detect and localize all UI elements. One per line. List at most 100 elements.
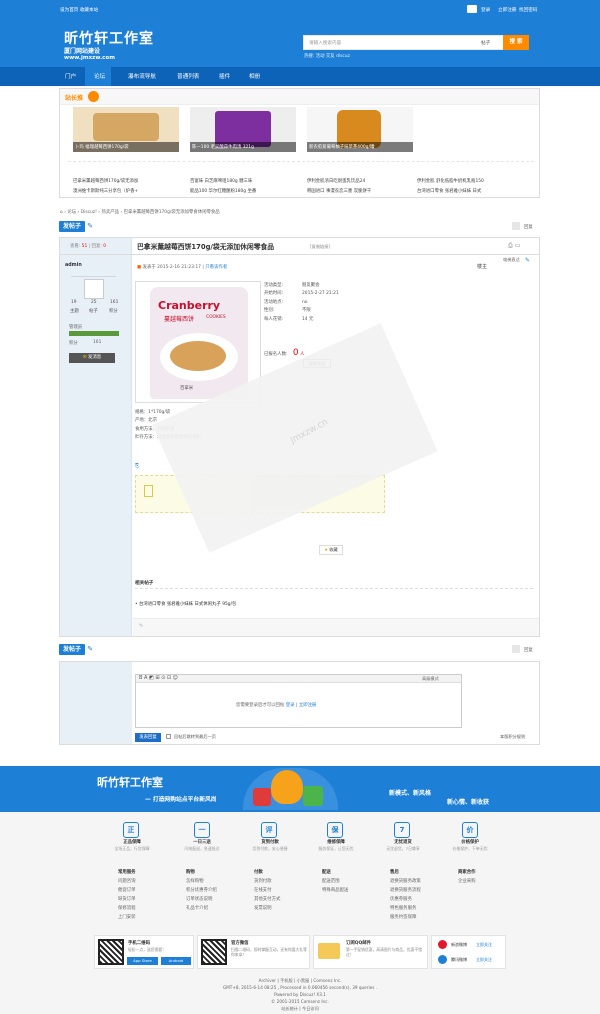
search-input[interactable]: 请输入搜索内容 bbox=[309, 40, 341, 46]
price-icon: 价 bbox=[462, 822, 478, 838]
author-name[interactable]: admin bbox=[65, 263, 82, 268]
related-item[interactable]: • 台湾进口零食 张君雅小妹妹 日式休闲丸子 95g/包 bbox=[135, 601, 236, 607]
recommend-link[interactable]: 台湾进口零食 张君雅小妹妹 日式 bbox=[417, 189, 481, 194]
recommend-badge-icon bbox=[88, 91, 99, 102]
edit-icon[interactable]: ✎ bbox=[525, 257, 530, 264]
search-box: 请输入搜索内容 帖子 搜 索 bbox=[303, 35, 529, 50]
promo-banner: 昕竹轩工作室 — 打造网购站点平台新风尚 新模式、新风格 新心情、新收获 bbox=[0, 766, 600, 812]
jump-checkbox[interactable] bbox=[166, 734, 171, 739]
nav-item[interactable]: 插件 bbox=[219, 72, 230, 80]
hot-link[interactable]: discuz bbox=[336, 54, 350, 59]
weibo-icon bbox=[438, 940, 447, 949]
follow-tweibo-button[interactable]: 立即关注 bbox=[476, 957, 492, 963]
download-icon[interactable]: ⎘ bbox=[135, 463, 139, 469]
reply-panel: B A ◩ ⊞ ⊙ ⊡ ☺ 高级模式 您需要登录后才可以回帖 登录 | 立即注册… bbox=[59, 661, 540, 745]
social-card: 新浪微博 立即关注 腾讯微博 立即关注 bbox=[431, 935, 506, 969]
main-nav: 门户 论坛 瀑布流导航 普通列表 插件 相册 bbox=[0, 67, 600, 86]
breadcrumb: ⌂ › 论坛 › Discuz! › 热卖产品 › 巴拿米薰越莓西饼170g/袋… bbox=[60, 210, 220, 215]
send-message-button[interactable]: ✉ 发消息 bbox=[69, 353, 115, 363]
help-columns: 常用服务 问题咨询 催促订单 缺货订单 保修流程 上门安装 购物 怎样购物 积分优惠券介绍… bbox=[118, 870, 476, 920]
floor-label: 楼主 bbox=[477, 264, 488, 270]
site-subtitle: 厦门网站建设 bbox=[64, 48, 101, 55]
search-button[interactable]: 搜 索 bbox=[503, 35, 529, 50]
login-link[interactable]: 登录 bbox=[481, 7, 490, 13]
genuine-icon: 正 bbox=[123, 822, 139, 838]
nav-item[interactable]: 相册 bbox=[249, 72, 260, 80]
reply-icon[interactable]: ✎ bbox=[139, 623, 143, 629]
joined-count: 0 bbox=[292, 348, 299, 358]
post-button-bottom[interactable]: 发帖子 ✎ bbox=[59, 644, 99, 656]
recommend-title: 站长推 bbox=[65, 95, 84, 102]
print-icon[interactable]: ⎙ ▭ bbox=[508, 242, 520, 250]
favorite-button[interactable]: ★ 收藏 bbox=[319, 545, 343, 555]
level-bar bbox=[69, 331, 119, 336]
register-link[interactable]: 立即注册 bbox=[299, 703, 317, 708]
site-logo[interactable]: 昕竹轩工作室 bbox=[64, 28, 154, 48]
recommend-link[interactable]: 巴拿米薰越莓西饼170g/袋无添加 bbox=[73, 179, 138, 184]
rules-link[interactable]: 本版积分规则 bbox=[500, 734, 525, 740]
advanced-mode-link[interactable]: 高级模式 bbox=[422, 676, 439, 682]
qr-code bbox=[201, 939, 227, 965]
tencent-weibo-icon bbox=[438, 955, 447, 964]
hot-link[interactable]: 活动 bbox=[316, 54, 325, 59]
editor-toolbar[interactable]: B A ◩ ⊞ ⊙ ⊡ ☺ bbox=[136, 675, 461, 683]
recommend-link[interactable]: 百富味 白芝麻啤咀180g 糖三味 bbox=[190, 179, 252, 184]
register-link[interactable]: 立即注册 bbox=[498, 7, 516, 13]
return-icon: 7 bbox=[394, 822, 410, 838]
nav-item-active[interactable]: 论坛 bbox=[85, 67, 111, 86]
post-meta: 发表于 2015-2-16 21:23:17 bbox=[142, 265, 201, 270]
hot-link[interactable]: 交友 bbox=[326, 54, 335, 59]
jump-floor[interactable]: 电梯直达 bbox=[503, 257, 520, 263]
thread-title: 巴拿米薰越莓西饼170g/袋无添加休闲零食品 bbox=[137, 243, 275, 251]
recommend-link[interactable]: 能品100 华尔红糖酪粉180g 坐番 bbox=[190, 189, 256, 194]
author-only-link[interactable]: 只看该作者 bbox=[205, 265, 227, 270]
nav-item[interactable]: 瀑布流导航 bbox=[128, 72, 156, 80]
search-type-select[interactable]: 帖子 bbox=[481, 40, 490, 46]
android-button[interactable]: Android bbox=[161, 957, 191, 965]
product-tile[interactable]: 新农愈爱葡萄柚子味苹茶400g/罐 bbox=[307, 107, 413, 152]
home-icon[interactable]: ⌂ bbox=[60, 210, 63, 215]
copy-link[interactable]: [复制链接] bbox=[310, 244, 330, 250]
wechat-card: 官方微信 扫描二维码，即时掌握互动，还有惊喜大礼等你来拿！ bbox=[197, 935, 310, 969]
delivery-icon: 一 bbox=[194, 822, 210, 838]
product-tile[interactable]: 陈—100 老吴酸蒜牛肉汤 321g bbox=[190, 107, 296, 152]
nav-item[interactable]: 门户 bbox=[65, 72, 76, 80]
appstore-button[interactable]: App Store bbox=[127, 957, 158, 965]
back-link[interactable]: 回复 bbox=[524, 224, 533, 230]
recommend-link[interactable]: 韩国进口 事漫农恋三墨 炭脆饼干 bbox=[307, 189, 371, 194]
user-group: 管理员 bbox=[69, 325, 83, 330]
cod-icon: 评 bbox=[261, 822, 277, 838]
recommend-link[interactable]: 伊利金肌 舒化低脂牛奶机乳瓶150 bbox=[417, 179, 484, 184]
attachment-icon[interactable] bbox=[144, 485, 153, 497]
hot-label: 热搜: bbox=[304, 54, 315, 59]
online-icon: ■ bbox=[137, 265, 142, 270]
post-button[interactable]: 发帖子 ✎ bbox=[59, 221, 99, 233]
forgot-link[interactable]: 找回密码 bbox=[519, 7, 537, 13]
recommend-link[interactable]: 澳洲维卡斯斯纯三分享包（炉香+ bbox=[73, 189, 138, 194]
feature-row: 正 一 评 保 7 价 正品保障 一日三送 货到付款 维修保障 无忧退货 价格保… bbox=[96, 822, 516, 858]
reply-editor: B A ◩ ⊞ ⊙ ⊡ ☺ 高级模式 您需要登录后才可以回帖 登录 | 立即注册 bbox=[135, 674, 462, 728]
recommend-link[interactable]: 伊利金肌浓白吃厨蛋乳饮品24 bbox=[307, 179, 365, 184]
header: 昕竹轩工作室 厦门网站建设 www.jmxzw.com 请输入搜索内容 帖子 搜… bbox=[0, 20, 600, 67]
login-icon bbox=[467, 5, 477, 13]
back-link[interactable]: 回复 bbox=[524, 647, 533, 653]
top-links[interactable]: 设为首页 收藏本站 bbox=[60, 7, 98, 13]
back-icon[interactable] bbox=[512, 645, 520, 653]
product-tile[interactable]: 卜玛 福瑞越莓西饼170g/袋 bbox=[73, 107, 179, 152]
top-bar: 设为首页 收藏本站 登录 立即注册 找回密码 bbox=[0, 0, 600, 20]
recommend-panel: 站长推 卜玛 福瑞越莓西饼170g/袋 陈—100 老吴酸蒜牛肉汤 321g 新… bbox=[59, 88, 540, 198]
submit-reply-button[interactable]: 发表回复 bbox=[135, 733, 161, 742]
login-link[interactable]: 登录 bbox=[286, 703, 295, 708]
back-icon[interactable] bbox=[512, 222, 520, 230]
nav-item[interactable]: 普通列表 bbox=[177, 72, 199, 80]
mail-icon bbox=[318, 943, 340, 959]
reply-placeholder: 您需要登录后才可以回帖 bbox=[236, 703, 285, 708]
mascot-image bbox=[243, 768, 338, 810]
thread-panel: 查看: 51 | 回复: 0 巴拿米薰越莓西饼170g/袋无添加休闲零食品 [复… bbox=[59, 237, 540, 637]
copyright: Archiver | 手机版 | 小黑屋 | Comsenz Inc. GMT+… bbox=[222, 978, 378, 1011]
follow-weibo-button[interactable]: 立即关注 bbox=[476, 942, 492, 948]
mail-card: 订阅QQ邮件 第一手促销优惠，高清图片与商品，优惠不错过！ bbox=[313, 935, 428, 969]
related-title: 相关帖子 bbox=[135, 581, 154, 586]
avatar[interactable] bbox=[84, 279, 104, 299]
repair-icon: 保 bbox=[327, 822, 343, 838]
